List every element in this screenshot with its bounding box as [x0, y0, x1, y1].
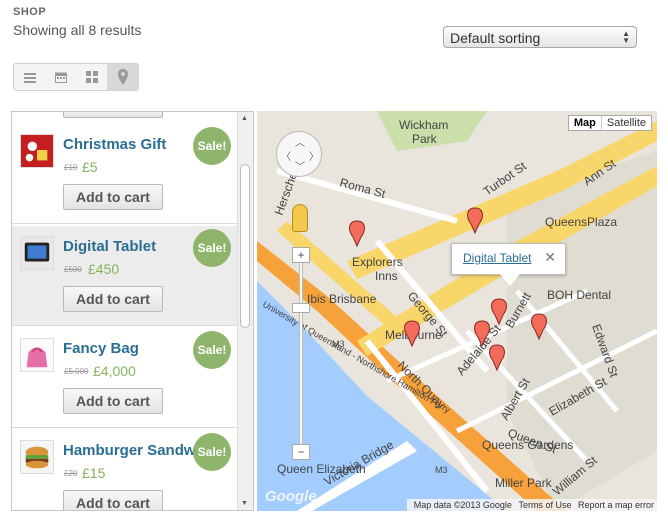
sale-badge: Sale! — [193, 229, 231, 267]
sale-price: £15 — [82, 465, 106, 481]
map-canvas[interactable]: Wickham Park Turbot St Ann St Roma St He… — [257, 111, 657, 511]
pan-right-icon[interactable]: 〉 — [309, 148, 319, 163]
map-type-map-button[interactable]: Map — [569, 116, 601, 130]
zoom-slider-track[interactable] — [299, 261, 303, 451]
calendar-view-button[interactable] — [45, 64, 76, 90]
map-label: M3 — [435, 465, 448, 475]
old-price: £20 — [64, 469, 78, 478]
close-icon[interactable]: ✕ — [544, 249, 556, 266]
product-item: Digital Tablet £500 £450 Sale! Add to ca… — [12, 226, 238, 326]
product-thumbnail[interactable] — [20, 134, 54, 168]
page-heading: SHOP — [13, 6, 47, 18]
product-name[interactable]: Christmas Gift — [63, 136, 166, 153]
product-item: Fancy Bag £5,000 £4,000 Sale! Add to car… — [12, 328, 238, 428]
grid-view-button[interactable] — [76, 64, 107, 90]
product-name[interactable]: Digital Tablet — [63, 238, 156, 255]
info-window-link[interactable]: Digital Tablet — [463, 251, 531, 265]
product-item: Christmas Gift £10 £5 Sale! Add to cart — [12, 124, 238, 224]
sale-badge: Sale! — [193, 331, 231, 369]
map-label: Queens Gardens — [482, 438, 573, 452]
sale-badge: Sale! — [193, 127, 231, 165]
scroll-up-icon[interactable]: ▲ — [241, 115, 248, 122]
pan-up-icon[interactable]: ︿ — [295, 134, 305, 149]
map-label: Wickham — [399, 118, 448, 132]
pan-control[interactable]: ︿ ﹀ 〈 〉 — [276, 131, 322, 177]
old-price: £10 — [64, 163, 78, 172]
sale-badge: Sale! — [193, 433, 231, 471]
map-data-credit: Map data ©2013 Google — [413, 500, 512, 510]
list-icon — [23, 72, 36, 83]
google-watermark: Google — [265, 488, 317, 505]
sort-select[interactable]: Default sorting ▲ ▼ — [443, 26, 637, 48]
map-widget[interactable]: Wickham Park Turbot St Ann St Roma St He… — [257, 111, 657, 511]
map-pin-icon — [117, 69, 128, 85]
scroll-down-icon[interactable]: ▼ — [241, 500, 248, 507]
map-type-satellite-button[interactable]: Satellite — [600, 116, 651, 130]
map-label: BOH Dental — [547, 288, 611, 302]
add-to-cart-button[interactable]: Add to cart — [63, 388, 163, 414]
sale-price: £4,000 — [93, 363, 136, 379]
sale-price: £5 — [82, 159, 98, 175]
old-price: £5,000 — [64, 367, 89, 376]
zoom-in-button[interactable]: + — [292, 247, 310, 263]
map-label: Explorers — [352, 255, 403, 269]
map-attribution: Map data ©2013 Google Terms of Use Repor… — [406, 499, 657, 511]
vertical-scrollbar[interactable]: ▲ ▼ — [237, 112, 253, 510]
zoom-out-button[interactable]: − — [292, 444, 310, 460]
map-label: Inns — [375, 269, 398, 283]
terms-of-use-link[interactable]: Terms of Use — [518, 500, 571, 510]
map-label: Ibis Brisbane — [307, 292, 377, 306]
add-to-cart-button[interactable]: Add to cart — [63, 184, 163, 210]
results-count: Showing all 8 results — [13, 22, 142, 38]
grid-icon — [85, 71, 98, 83]
map-label: Queen Elizabeth — [277, 462, 366, 476]
add-to-cart-button[interactable]: Add to cart — [63, 286, 163, 312]
pan-down-icon[interactable]: ﹀ — [295, 158, 305, 173]
pegman-icon[interactable] — [292, 204, 308, 232]
select-arrows-icon: ▲ ▼ — [622, 29, 630, 45]
map-label: QueensPlaza — [545, 215, 617, 229]
map-info-window: Digital Tablet ✕ — [451, 243, 566, 286]
view-switcher — [13, 63, 139, 91]
add-to-cart-button[interactable]: Add to cart — [63, 490, 163, 510]
calendar-icon — [54, 72, 67, 83]
sort-selected-value: Default sorting — [450, 30, 541, 46]
pan-left-icon[interactable]: 〈 — [281, 148, 291, 163]
list-view-button[interactable] — [14, 64, 45, 90]
scroll-thumb[interactable] — [240, 164, 250, 328]
map-label: Park — [412, 132, 438, 146]
product-list[interactable]: Christmas Gift £10 £5 Sale! Add to cart … — [11, 111, 254, 511]
map-type-control: Map Satellite — [567, 115, 652, 131]
partial-add-to-cart-button[interactable] — [63, 112, 163, 118]
report-map-error-link[interactable]: Report a map error — [578, 500, 654, 510]
product-name[interactable]: Fancy Bag — [63, 340, 139, 357]
map-label: Miller Park — [495, 476, 553, 490]
product-thumbnail[interactable] — [20, 440, 54, 474]
product-item: Hamburger Sandwi £20 £15 Sale! Add to ca… — [12, 430, 238, 510]
product-thumbnail[interactable] — [20, 338, 54, 372]
old-price: £500 — [64, 265, 82, 274]
zoom-slider-handle[interactable] — [292, 303, 310, 313]
product-name[interactable]: Hamburger Sandwi — [63, 442, 200, 459]
map-view-button[interactable] — [107, 64, 138, 90]
product-thumbnail[interactable] — [20, 236, 54, 270]
sale-price: £450 — [88, 261, 120, 277]
